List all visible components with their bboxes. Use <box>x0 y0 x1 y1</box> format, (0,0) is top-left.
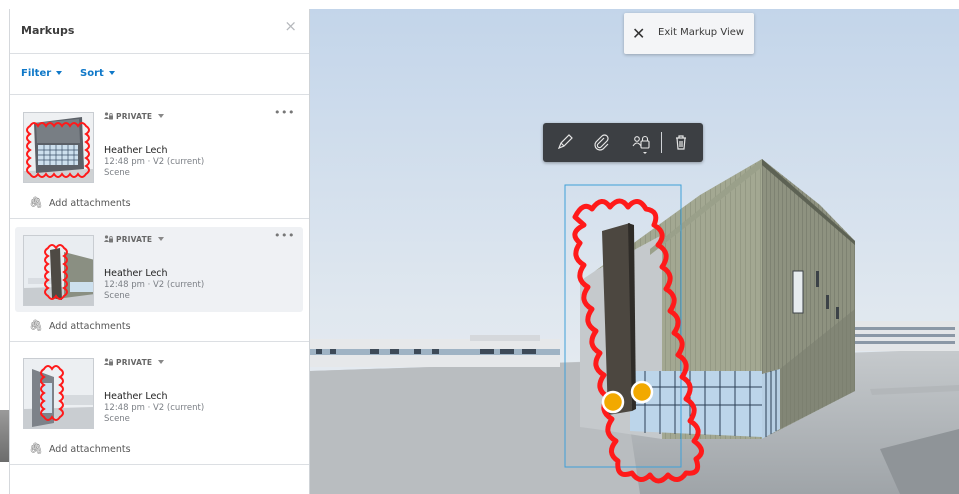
sort-button[interactable]: Sort <box>80 68 115 79</box>
background-strip <box>0 0 9 494</box>
add-attachments-button[interactable]: 🖇 Add attachments <box>29 196 131 209</box>
markups-panel: Markups × Filter Sort PRIVATE ••• Heathe… <box>9 9 310 494</box>
markup-author: Heather Lech <box>104 268 168 279</box>
pencil-icon[interactable] <box>555 132 575 152</box>
add-attachments-label: Add attachments <box>48 444 131 455</box>
paperclip-icon: 🖇 <box>29 319 43 332</box>
markup-card[interactable]: PRIVATE Heather Lech 12:48 pm · V2 (curr… <box>15 350 303 435</box>
chevron-down-icon <box>158 360 165 364</box>
markup-author: Heather Lech <box>104 145 168 156</box>
markup-item[interactable]: PRIVATE ••• Heather Lech 12:48 pm · V2 (… <box>10 96 309 219</box>
share-visibility-icon[interactable] <box>631 132 651 154</box>
background-shade <box>0 410 9 462</box>
markup-type: Scene <box>104 291 130 301</box>
distant-buildings-left <box>310 335 560 367</box>
chevron-down-icon <box>158 237 165 241</box>
markup-type: Scene <box>104 414 130 424</box>
markup-thumbnail[interactable] <box>23 235 94 306</box>
markup-item[interactable]: PRIVATE Heather Lech 12:48 pm · V2 (curr… <box>10 342 309 465</box>
filter-sort-bar: Filter Sort <box>10 54 309 95</box>
markup-author: Heather Lech <box>104 391 168 402</box>
privacy-label: PRIVATE <box>116 358 153 367</box>
paperclip-icon: 🖇 <box>29 442 43 455</box>
markup-toolbar <box>543 123 703 162</box>
add-attachments-button[interactable]: 🖇 Add attachments <box>29 319 131 332</box>
markup-timestamp-version: 12:48 pm · V2 (current) <box>104 280 205 290</box>
trash-icon[interactable] <box>671 132 691 152</box>
exit-markup-view-button[interactable]: ✕ Exit Markup View <box>624 13 754 54</box>
toolbar-separator <box>661 132 662 153</box>
markup-timestamp-version: 12:48 pm · V2 (current) <box>104 157 205 167</box>
distant-buildings-right <box>838 321 959 351</box>
markup-thumbnail[interactable] <box>23 358 94 429</box>
chevron-down-icon <box>56 71 63 75</box>
chevron-down-icon <box>158 114 165 118</box>
more-options-icon[interactable]: ••• <box>274 106 295 119</box>
markup-card-selected[interactable]: PRIVATE ••• Heather Lech 12:48 pm · V2 (… <box>15 227 303 312</box>
markup-item[interactable]: PRIVATE ••• Heather Lech 12:48 pm · V2 (… <box>10 219 309 342</box>
privacy-label: PRIVATE <box>116 112 153 121</box>
markup-handle[interactable] <box>601 390 625 414</box>
privacy-dropdown[interactable]: PRIVATE <box>104 235 165 244</box>
filter-button[interactable]: Filter <box>21 68 63 79</box>
paperclip-icon[interactable] <box>591 132 611 152</box>
add-attachments-button[interactable]: 🖇 Add attachments <box>29 442 131 455</box>
markup-handle[interactable] <box>630 380 654 404</box>
close-icon[interactable]: × <box>284 19 297 34</box>
add-attachments-label: Add attachments <box>48 321 131 332</box>
paperclip-icon: 🖇 <box>29 196 43 209</box>
more-options-icon[interactable]: ••• <box>274 229 295 242</box>
markup-type: Scene <box>104 168 130 178</box>
chevron-down-icon <box>108 71 115 75</box>
privacy-dropdown[interactable]: PRIVATE <box>104 112 165 121</box>
panel-header: Markups × <box>10 9 309 54</box>
markup-card[interactable]: PRIVATE ••• Heather Lech 12:48 pm · V2 (… <box>15 104 303 189</box>
add-attachments-label: Add attachments <box>48 198 131 209</box>
markup-timestamp-version: 12:48 pm · V2 (current) <box>104 403 205 413</box>
close-icon: ✕ <box>632 24 646 43</box>
privacy-label: PRIVATE <box>116 235 153 244</box>
markup-thumbnail[interactable] <box>23 112 94 183</box>
privacy-dropdown[interactable]: PRIVATE <box>104 358 165 367</box>
exit-markup-view-label: Exit Markup View <box>658 27 745 38</box>
shared-person-icon <box>104 358 113 366</box>
shared-person-icon <box>104 112 113 120</box>
model-viewport[interactable] <box>310 9 959 494</box>
filter-label: Filter <box>21 68 52 79</box>
sort-label: Sort <box>80 68 104 79</box>
panel-title: Markups <box>21 24 75 37</box>
shared-person-icon <box>104 235 113 243</box>
